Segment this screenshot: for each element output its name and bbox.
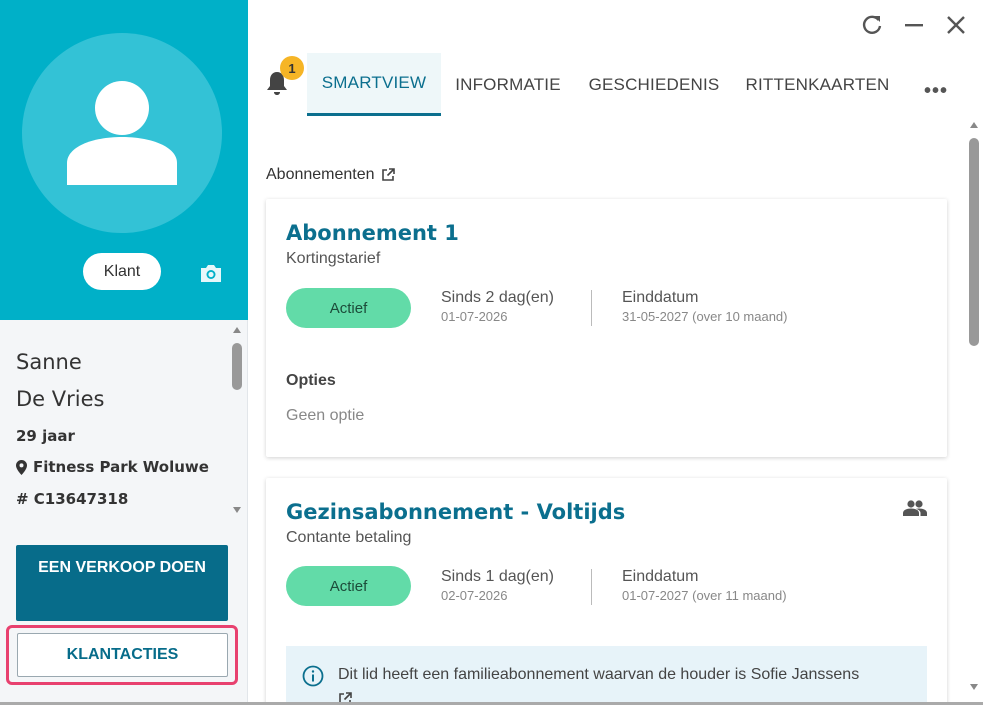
tab-geschiedenis[interactable]: GESCHIEDENIS <box>579 53 729 116</box>
subscriptions-section-title: Abonnementen <box>266 166 395 184</box>
end-date-value: 31-05-2027 (over 10 maand) <box>622 309 788 324</box>
scroll-down-icon[interactable] <box>233 507 241 513</box>
client-number: # C13647318 <box>16 490 129 508</box>
since-date: 01-07-2026 <box>441 309 508 324</box>
window-controls <box>861 14 967 36</box>
family-info-text: Dit lid heeft een familieabonnement waar… <box>338 666 860 683</box>
make-sale-button[interactable]: EEN VERKOOP DOEN <box>16 545 228 621</box>
tab-informatie[interactable]: INFORMATIE <box>443 53 573 116</box>
end-date-block: Einddatum 31-05-2027 (over 10 maand) <box>622 289 788 324</box>
user-icon <box>67 81 177 185</box>
client-location: Fitness Park Woluwe <box>16 458 209 476</box>
location-pin-icon <box>16 459 27 475</box>
subscription-card[interactable]: Abonnement 1 Kortingstarief Actief Sinds… <box>266 199 947 457</box>
sidebar-scrollbar[interactable] <box>230 325 244 515</box>
client-actions-highlight: KLANTACTIES <box>6 625 238 685</box>
scroll-down-icon[interactable] <box>970 684 978 690</box>
tab-rittenkaarten[interactable]: RITTENKAARTEN <box>735 53 900 116</box>
scroll-up-icon[interactable] <box>233 327 241 333</box>
more-tabs-icon[interactable]: ••• <box>924 80 948 103</box>
minimize-icon[interactable] <box>903 14 925 36</box>
avatar <box>22 33 222 233</box>
status-badge: Actief <box>286 566 411 606</box>
since-label: Sinds 1 dag(en) <box>441 568 554 585</box>
camera-icon[interactable] <box>199 263 223 283</box>
subscription-title[interactable]: Abonnement 1 <box>286 221 459 245</box>
end-date-label: Einddatum <box>622 568 699 585</box>
notification-count-badge: 1 <box>280 56 304 80</box>
client-sidebar: Klant Sanne De Vries 29 jaar Fitness Par… <box>0 0 248 705</box>
close-icon[interactable] <box>945 14 967 36</box>
client-details: Sanne De Vries 29 jaar Fitness Park Wolu… <box>0 320 230 520</box>
external-link-icon[interactable] <box>381 168 395 182</box>
tab-smartview[interactable]: SMARTVIEW <box>307 53 441 116</box>
family-icon <box>903 500 927 516</box>
last-name: De Vries <box>16 387 105 411</box>
section-title-label: Abonnementen <box>266 166 375 183</box>
since-date: 02-07-2026 <box>441 588 508 603</box>
client-actions-button[interactable]: KLANTACTIES <box>17 633 228 677</box>
options-value: Geen optie <box>286 407 365 424</box>
location-label: Fitness Park Woluwe <box>33 458 209 476</box>
subscription-title[interactable]: Gezinsabonnement - Voltijds <box>286 500 625 524</box>
since-label: Sinds 2 dag(en) <box>441 289 554 306</box>
meta-divider <box>591 290 592 326</box>
end-date-block: Einddatum 01-07-2027 (over 11 maand) <box>622 568 787 603</box>
refresh-icon[interactable] <box>861 14 883 36</box>
smartview-content: Abonnementen Abonnement 1 Kortingstarief… <box>249 118 965 705</box>
end-date-label: Einddatum <box>622 289 699 306</box>
status-badge: Actief <box>286 288 411 328</box>
content-scrollbar[interactable] <box>966 118 982 700</box>
scroll-up-icon[interactable] <box>970 122 978 128</box>
scroll-thumb[interactable] <box>232 343 242 390</box>
options-label: Opties <box>286 372 336 389</box>
end-date-value: 01-07-2027 (over 11 maand) <box>622 588 787 603</box>
meta-divider <box>591 569 592 605</box>
first-name: Sanne <box>16 350 82 374</box>
info-icon <box>302 665 324 687</box>
family-info-box: Dit lid heeft een familieabonnement waar… <box>286 646 927 705</box>
profile-header: Klant <box>0 0 248 320</box>
app-window: Klant Sanne De Vries 29 jaar Fitness Par… <box>0 0 983 705</box>
client-type-badge: Klant <box>83 253 161 290</box>
subscription-subtitle: Contante betaling <box>286 529 412 546</box>
subscription-subtitle: Kortingstarief <box>286 250 381 267</box>
since-block: Sinds 1 dag(en) 02-07-2026 <box>441 568 554 603</box>
subscription-card[interactable]: Gezinsabonnement - Voltijds Contante bet… <box>266 478 947 705</box>
scroll-thumb[interactable] <box>969 138 979 346</box>
since-block: Sinds 2 dag(en) 01-07-2026 <box>441 289 554 324</box>
client-age: 29 jaar <box>16 427 75 445</box>
